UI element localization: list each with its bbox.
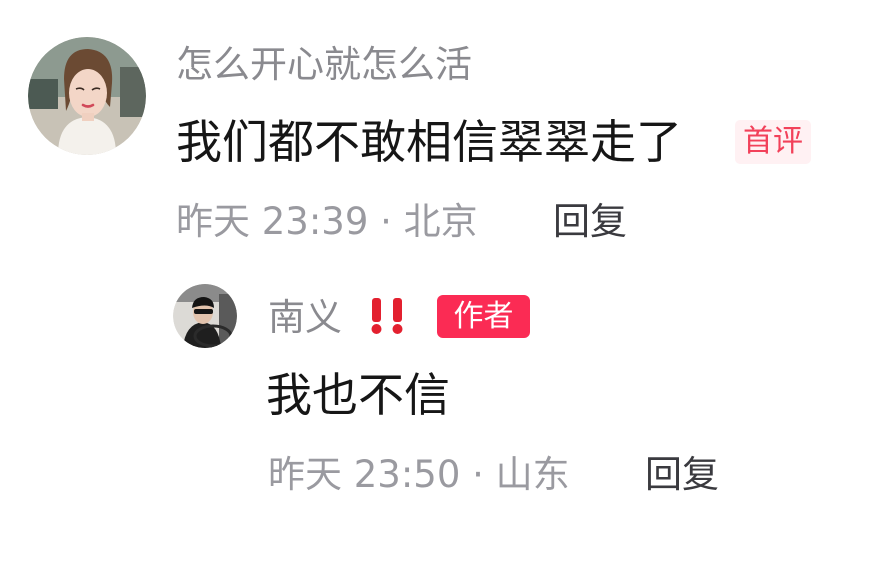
woman-avatar-image [28, 37, 146, 155]
commenter-avatar[interactable] [28, 37, 146, 155]
commenter-username[interactable]: 怎么开心就怎么活 [176, 46, 472, 83]
author-badge: 作者 [437, 295, 530, 338]
reply-to-reply-button[interactable]: 回复 [645, 456, 719, 493]
comment-text: 我们都不敢相信翠翠走了 [176, 115, 682, 169]
reply-text: 我也不信 [266, 368, 450, 422]
replier-username[interactable]: 南义 [268, 299, 342, 336]
reply-timestamp-location: 昨天 23:50 · 山东 [268, 453, 570, 496]
replier-avatar[interactable] [173, 284, 237, 348]
first-comment-badge: 首评 [735, 120, 811, 164]
driver-avatar-image [173, 284, 237, 348]
reply-button[interactable]: 回复 [553, 203, 627, 240]
double-exclamation-icon [366, 294, 410, 338]
comment-timestamp-location: 昨天 23:39 · 北京 [176, 200, 478, 243]
